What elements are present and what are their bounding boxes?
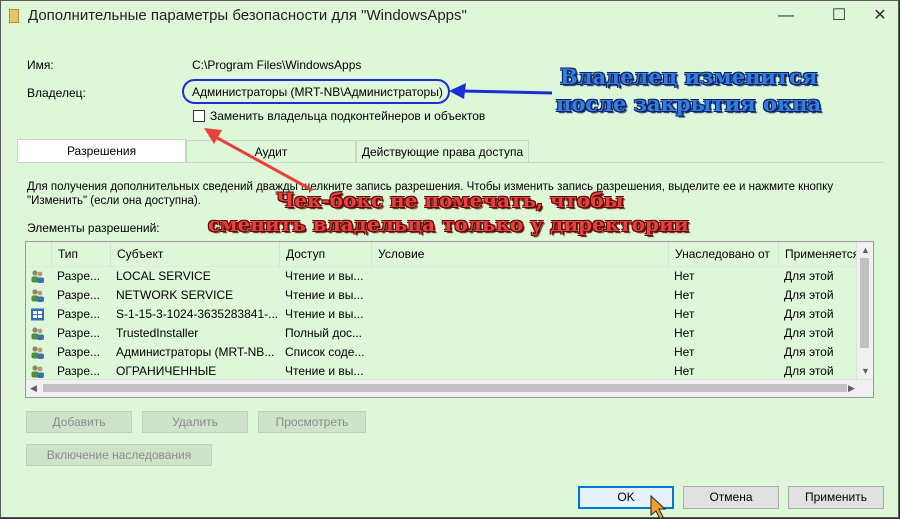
info-text-line2: "Изменить" (если она доступна). bbox=[27, 195, 201, 207]
scroll-down-arrow-icon[interactable]: ▼ bbox=[861, 366, 870, 376]
cell-condition bbox=[371, 324, 668, 343]
cell-access: Чтение и вы... bbox=[285, 307, 364, 321]
column-type[interactable]: Тип bbox=[51, 242, 110, 266]
annotation-checkbox-line1: Чек-бокс не помечать, чтобы bbox=[276, 188, 624, 212]
cell-type: Разре... bbox=[57, 269, 100, 283]
cell-condition bbox=[371, 286, 668, 305]
minimize-button[interactable]: — bbox=[763, 1, 809, 31]
owner-label: Владелец: bbox=[27, 86, 86, 100]
column-inherited[interactable]: Унаследовано от bbox=[668, 242, 778, 266]
owner-value: Администраторы (MRT-NB\Администраторы) bbox=[192, 85, 443, 99]
users-icon bbox=[31, 270, 44, 283]
cell-condition bbox=[371, 343, 668, 362]
add-button[interactable]: Добавить bbox=[26, 411, 132, 433]
users-icon bbox=[31, 327, 44, 340]
tab-strip: Разрешения Аудит Действующие права досту… bbox=[17, 139, 529, 163]
cell-subject: Администраторы (MRT-NB... bbox=[116, 345, 275, 359]
enable-inheritance-button[interactable]: Включение наследования bbox=[26, 444, 212, 466]
cell-access: Полный дос... bbox=[285, 326, 363, 340]
horizontal-scroll-thumb[interactable] bbox=[43, 384, 847, 392]
table-row[interactable]: Разре... LOCAL SERVICE Чтение и вы... Не… bbox=[26, 267, 873, 286]
users-icon bbox=[31, 289, 44, 302]
column-condition[interactable]: Условие bbox=[371, 242, 668, 266]
maximize-button[interactable]: ☐ bbox=[816, 1, 862, 31]
annotation-checkbox-line2: сменить владельца только у директории bbox=[208, 212, 689, 236]
name-label: Имя: bbox=[27, 58, 54, 72]
table-row[interactable]: Разре... Администраторы (MRT-NB... Списо… bbox=[26, 343, 873, 362]
cell-applies: Для этой пап... bbox=[784, 307, 834, 321]
cell-inherited: Нет bbox=[674, 269, 695, 283]
cell-type: Разре... bbox=[57, 288, 100, 302]
table-row[interactable]: Разре... S-1-15-3-1024-3635283841-... Чт… bbox=[26, 305, 873, 324]
cell-inherited: Нет bbox=[674, 307, 695, 321]
window-title: Дополнительные параметры безопасности дл… bbox=[28, 7, 467, 24]
list-header: Тип Субъект Доступ Условие Унаследовано … bbox=[26, 242, 873, 267]
cell-applies: Для этой пап... bbox=[784, 345, 834, 359]
title-bar[interactable]: Дополнительные параметры безопасности дл… bbox=[1, 1, 898, 31]
table-row[interactable]: Разре... TrustedInstaller Полный дос... … bbox=[26, 324, 873, 343]
annotation-owner-line2: после закрытия окна bbox=[556, 91, 822, 116]
tab-panel-divider bbox=[17, 162, 884, 163]
vertical-scrollbar[interactable]: ▲ ▼ bbox=[856, 242, 873, 381]
replace-owner-label[interactable]: Заменить владельца подконтейнеров и объе… bbox=[210, 109, 485, 123]
view-button[interactable]: Просмотреть bbox=[258, 411, 366, 433]
apply-button[interactable]: Применить bbox=[788, 486, 884, 509]
cell-applies: Для этой пап... bbox=[784, 269, 834, 283]
scroll-left-arrow-icon[interactable]: ◀ bbox=[30, 383, 37, 394]
scroll-right-arrow-icon[interactable]: ▶ bbox=[848, 383, 855, 394]
users-icon bbox=[31, 346, 44, 359]
package-icon bbox=[31, 308, 44, 321]
folder-icon bbox=[9, 9, 19, 23]
remove-button[interactable]: Удалить bbox=[142, 411, 248, 433]
column-applies[interactable]: Применяется bbox=[778, 242, 859, 266]
tab-audit[interactable]: Аудит bbox=[186, 140, 356, 162]
cell-inherited: Нет bbox=[674, 326, 695, 340]
cell-applies: Для этой пап... bbox=[784, 288, 834, 302]
horizontal-scrollbar[interactable]: ◀ ▶ bbox=[26, 379, 873, 397]
cell-subject: LOCAL SERVICE bbox=[116, 269, 211, 283]
cell-access: Список соде... bbox=[285, 345, 365, 359]
tab-effective-access[interactable]: Действующие права доступа bbox=[356, 140, 529, 162]
cell-type: Разре... bbox=[57, 307, 100, 321]
ok-button[interactable]: OK bbox=[578, 486, 674, 509]
table-row[interactable]: Разре... NETWORK SERVICE Чтение и вы... … bbox=[26, 286, 873, 305]
cell-inherited: Нет bbox=[674, 345, 695, 359]
cell-type: Разре... bbox=[57, 326, 100, 340]
cell-condition bbox=[371, 267, 668, 286]
scroll-up-arrow-icon[interactable]: ▲ bbox=[861, 245, 870, 255]
cell-subject: NETWORK SERVICE bbox=[116, 288, 234, 302]
column-icon bbox=[26, 242, 51, 266]
cell-subject: TrustedInstaller bbox=[116, 326, 199, 340]
close-button[interactable]: ✕ bbox=[861, 1, 899, 31]
cell-subject: S-1-15-3-1024-3635283841-... bbox=[116, 307, 279, 321]
column-access[interactable]: Доступ bbox=[279, 242, 371, 266]
cell-type: Разре... bbox=[57, 345, 100, 359]
cell-condition bbox=[371, 305, 668, 324]
cell-applies: Для этой пап... bbox=[784, 326, 834, 340]
users-icon bbox=[31, 365, 44, 378]
name-value: C:\Program Files\WindowsApps bbox=[192, 58, 362, 72]
permissions-list[interactable]: Тип Субъект Доступ Условие Унаследовано … bbox=[25, 241, 874, 398]
cell-inherited: Нет bbox=[674, 288, 695, 302]
cancel-button[interactable]: Отмена bbox=[683, 486, 779, 509]
annotation-owner-line1: Владелец изменится bbox=[560, 64, 818, 89]
cell-access: Чтение и вы... bbox=[285, 288, 364, 302]
vertical-scroll-thumb[interactable] bbox=[860, 258, 869, 348]
column-subject[interactable]: Субъект bbox=[110, 242, 279, 266]
tab-permissions[interactable]: Разрешения bbox=[17, 139, 186, 163]
elements-label: Элементы разрешений: bbox=[27, 221, 160, 235]
cell-access: Чтение и вы... bbox=[285, 269, 364, 283]
replace-owner-checkbox[interactable] bbox=[193, 110, 205, 122]
